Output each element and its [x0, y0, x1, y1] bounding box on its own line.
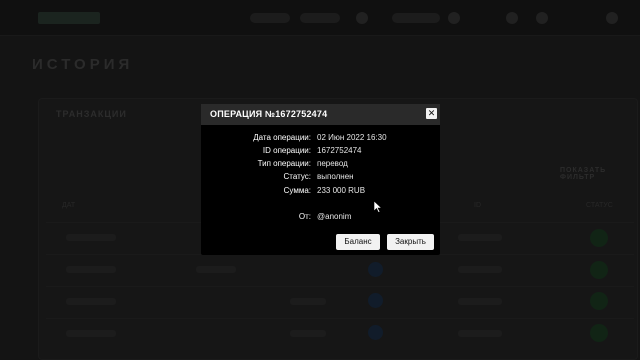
balance-button[interactable]: Баланс	[336, 234, 380, 250]
field-value: 02 Июн 2022 16:30	[317, 133, 387, 142]
field-label: Тип операции:	[257, 159, 311, 168]
field-id: ID операции: 1672752474	[201, 146, 440, 158]
close-button[interactable]: Закрыть	[387, 234, 434, 250]
close-icon[interactable]: ✕	[426, 108, 437, 119]
field-value: 233 000 RUB	[317, 186, 366, 195]
field-label: Дата операции:	[253, 133, 311, 142]
field-value: выполнен	[317, 172, 354, 181]
field-label: Статус:	[283, 172, 311, 181]
mouse-cursor-icon	[374, 201, 382, 213]
field-value: @anonim	[317, 212, 352, 221]
field-label: ID операции:	[262, 146, 311, 155]
field-label: От:	[298, 212, 311, 221]
field-amount: Сумма: 233 000 RUB	[201, 186, 440, 198]
field-value: 1672752474	[317, 146, 362, 155]
field-from: От: @anonim	[201, 212, 440, 224]
field-type: Тип операции: перевод	[201, 159, 440, 171]
field-status: Статус: выполнен	[201, 172, 440, 184]
modal-title: ОПЕРАЦИЯ №1672752474	[210, 109, 328, 119]
field-label: Сумма:	[283, 186, 311, 195]
operation-modal: ОПЕРАЦИЯ №1672752474 ✕ Дата операции: 02…	[201, 104, 440, 255]
field-date: Дата операции: 02 Июн 2022 16:30	[201, 133, 440, 145]
field-value: перевод	[317, 159, 348, 168]
modal-header: ОПЕРАЦИЯ №1672752474 ✕	[201, 104, 440, 125]
